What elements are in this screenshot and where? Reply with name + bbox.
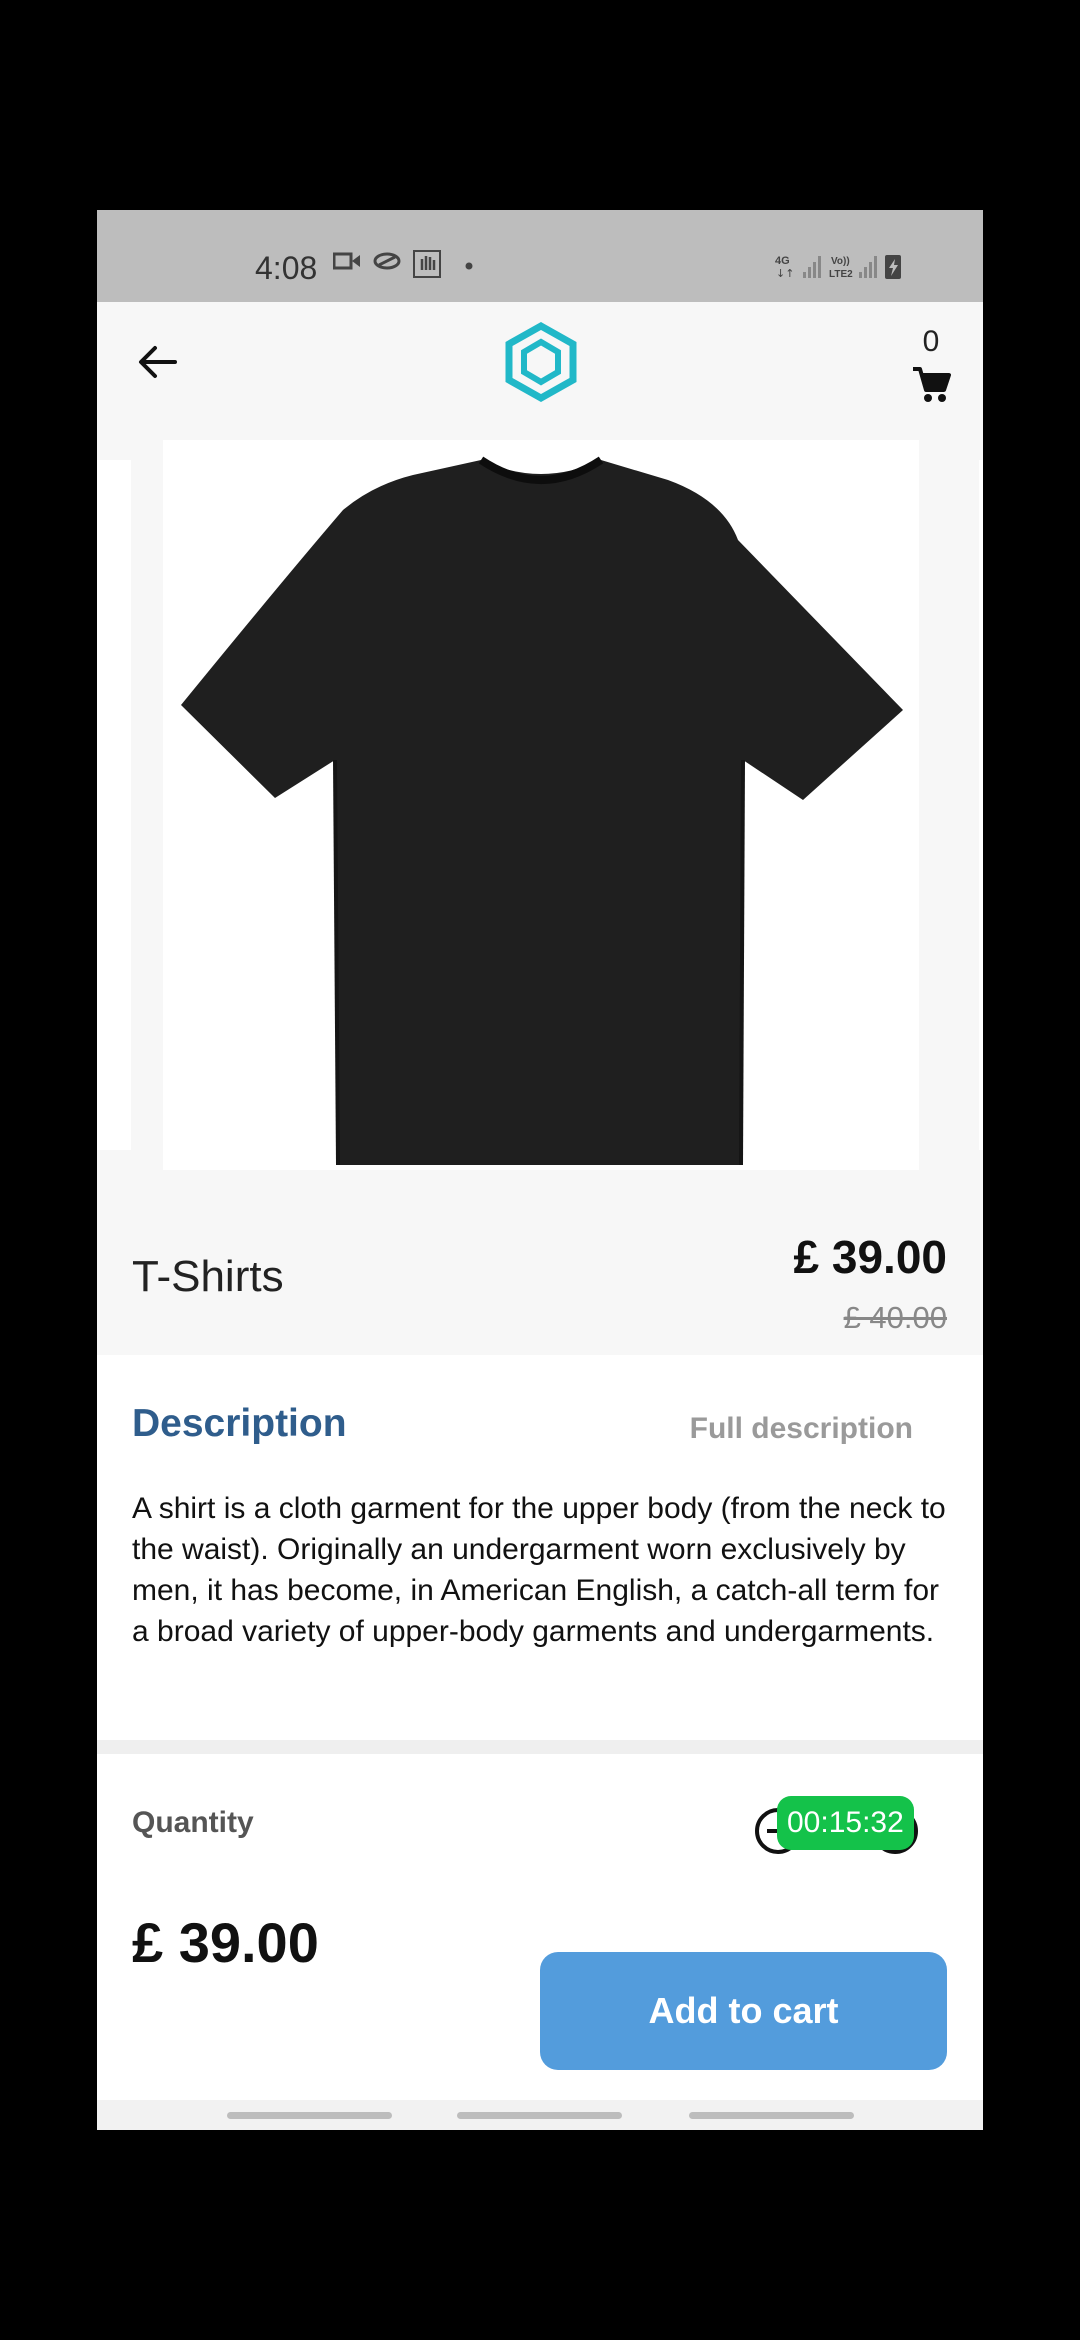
- cart-count: 0: [922, 325, 940, 358]
- product-image-carousel[interactable]: [97, 430, 983, 1182]
- video-icon: [333, 252, 360, 270]
- quantity-label: Quantity: [132, 1806, 254, 1839]
- status-right-icons: 4G ↓↑ Vo)) LTE2: [773, 252, 933, 287]
- old-price: £ 40.00: [843, 1300, 947, 1335]
- add-to-cart-button[interactable]: Add to cart: [540, 1952, 947, 2070]
- quantity-section: Quantity 00:15:32: [97, 1754, 983, 1874]
- 4g-icon: 4G: [775, 255, 790, 267]
- hexagon-logo-icon: [505, 322, 577, 402]
- description-text: A shirt is a cloth garment for the upper…: [132, 1492, 946, 1648]
- section-divider: [97, 1740, 983, 1754]
- screen-record-timer: 00:15:32: [777, 1796, 914, 1850]
- cart-button[interactable]: 0: [909, 326, 953, 406]
- svg-text:↓↑: ↓↑: [776, 267, 794, 280]
- svg-text:LTE2: LTE2: [829, 269, 853, 280]
- nav-pill-left[interactable]: [227, 2112, 392, 2119]
- total-price: £ 39.00: [132, 1911, 319, 1974]
- shopping-cart-icon: [913, 367, 951, 402]
- gesture-nav-bar: [97, 2100, 983, 2130]
- phone-screen: 4:08 4G ↓↑ Vo)) LTE2 0 T-Shirts £ 39.00 …: [97, 210, 983, 2130]
- app-bar: 0: [97, 302, 983, 430]
- status-bar: 4:08 4G ↓↑ Vo)) LTE2: [97, 210, 983, 302]
- signal-icons: 4G ↓↑ Vo)) LTE2: [775, 255, 901, 280]
- nav-pill-right[interactable]: [689, 2112, 854, 2119]
- hand-icon: [413, 250, 441, 278]
- dot-icon: [465, 262, 473, 270]
- black-tshirt-image: [181, 456, 903, 1166]
- product-title: T-Shirts: [132, 1252, 284, 1301]
- product-header: T-Shirts £ 39.00 £ 40.00: [97, 1170, 983, 1355]
- svg-text:Vo)): Vo)): [831, 256, 850, 267]
- back-arrow-icon[interactable]: [135, 340, 179, 384]
- previous-image-card: [97, 460, 131, 1150]
- swirl-icon: [373, 252, 401, 270]
- status-time: 4:08: [255, 250, 318, 286]
- nav-pill-center[interactable]: [457, 2112, 622, 2119]
- next-image-card: [979, 460, 983, 1150]
- description-title: Description: [132, 1402, 347, 1445]
- product-image: [163, 440, 919, 1182]
- description-section: Description Full description A shirt is …: [97, 1360, 983, 1740]
- full-description-link[interactable]: Full description: [690, 1412, 913, 1446]
- current-price: £ 39.00: [793, 1231, 947, 1283]
